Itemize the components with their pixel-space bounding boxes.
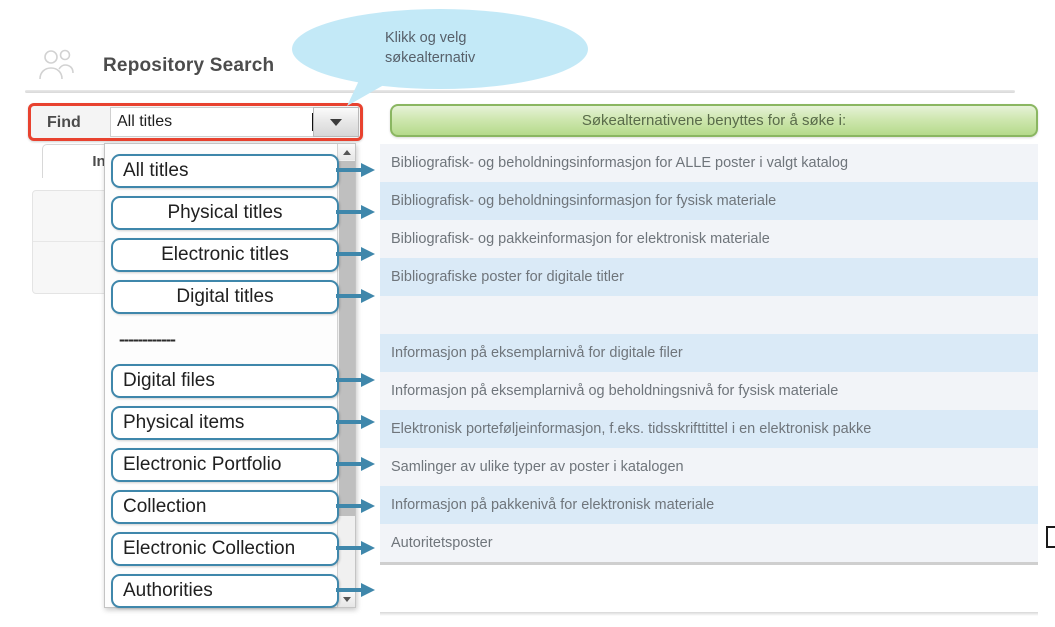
scroll-down-arrow-icon[interactable] xyxy=(338,591,355,607)
description-row: Bibliografisk- og pakkeinformasjon for e… xyxy=(380,220,1038,258)
find-bar: Find xyxy=(28,103,363,141)
dropdown-separator: ------------ xyxy=(119,330,176,349)
description-row: Bibliografisk- og beholdningsinformasjon… xyxy=(380,144,1038,182)
find-label: Find xyxy=(47,114,81,131)
page-title: Repository Search xyxy=(103,55,275,76)
description-text: Autoritetsposter xyxy=(391,535,493,551)
dropdown-option[interactable]: Physical items xyxy=(111,406,339,440)
triangle-up-icon xyxy=(342,149,351,155)
description-row: Samlinger av ulike typer av poster i kat… xyxy=(380,448,1038,486)
chevron-down-icon xyxy=(330,118,342,126)
description-row xyxy=(380,296,1038,334)
dropdown-option[interactable]: Authorities xyxy=(111,574,339,608)
dropdown-option[interactable]: Electronic Collection xyxy=(111,532,339,566)
description-row: Bibliografisk- og beholdningsinformasjon… xyxy=(380,182,1038,220)
callout-line-2: søkealternativ xyxy=(385,50,476,66)
dropdown-option[interactable]: All titles xyxy=(111,154,339,188)
description-row: Autoritetsposter xyxy=(380,524,1038,562)
dropdown-option-label: Digital titles xyxy=(176,286,274,307)
description-text: Bibliografisk- og beholdningsinformasjon… xyxy=(391,155,849,171)
dropdown-option-label: Electronic titles xyxy=(161,244,289,265)
description-text: Bibliografisk- og pakkeinformasjon for e… xyxy=(391,231,770,247)
description-row: Informasjon på eksemplarnivå og beholdni… xyxy=(380,372,1038,410)
search-scope-input[interactable] xyxy=(111,112,314,132)
dropdown-option[interactable]: Physical titles xyxy=(111,196,339,230)
dropdown-option[interactable]: Digital titles xyxy=(111,280,339,314)
callout-line-1: Klikk og velg xyxy=(385,30,467,46)
dropdown-option-label: Digital files xyxy=(123,370,215,391)
table-bottom-shadow xyxy=(380,612,1038,616)
dropdown-option-label: Physical items xyxy=(123,412,245,433)
dropdown-option-label: Electronic Portfolio xyxy=(123,454,282,475)
dropdown-option-label: Collection xyxy=(123,496,207,517)
dropdown-option-label: All titles xyxy=(123,160,189,181)
dropdown-option[interactable]: Collection xyxy=(111,490,339,524)
dropdown-option-label: Authorities xyxy=(123,580,213,601)
edge-marker xyxy=(1046,526,1055,548)
banner-search-options: Søkealternativene benyttes for å søke i: xyxy=(390,104,1038,137)
description-text: Samlinger av ulike typer av poster i kat… xyxy=(391,459,684,475)
description-text: Bibliografisk- og beholdningsinformasjon… xyxy=(391,193,777,209)
triangle-down-icon xyxy=(342,596,351,602)
dropdown-scrollbar[interactable] xyxy=(337,144,355,607)
description-row: Bibliografiske poster for digitale title… xyxy=(380,258,1038,296)
users-icon xyxy=(34,48,80,82)
dropdown-option-label: Physical titles xyxy=(167,202,283,223)
description-text: Informasjon på pakkenivå for elektronisk… xyxy=(391,497,715,513)
dropdown-option[interactable]: Electronic Portfolio xyxy=(111,448,339,482)
description-text: Elektronisk porteføljeinformasjon, f.eks… xyxy=(391,421,872,437)
description-text: Bibliografiske poster for digitale title… xyxy=(391,269,624,285)
description-row: Informasjon på eksemplarnivå for digital… xyxy=(380,334,1038,372)
scrollbar-thumb[interactable] xyxy=(339,161,355,516)
dropdown-option[interactable]: Digital files xyxy=(111,364,339,398)
search-scope-dropdown[interactable]: All titles Physical titles Electronic titl… xyxy=(104,143,356,608)
callout-bubble: Klikk og velg søkealternativ xyxy=(285,6,590,108)
find-dropdown-button[interactable] xyxy=(313,107,359,137)
description-table: Bibliografisk- og beholdningsinformasjon… xyxy=(380,144,1038,565)
description-row: Informasjon på pakkenivå for elektronisk… xyxy=(380,486,1038,524)
description-text: Informasjon på eksemplarnivå for digital… xyxy=(391,345,683,361)
callout-text: Klikk og velg søkealternativ xyxy=(385,28,575,68)
description-row: Elektronisk porteføljeinformasjon, f.eks… xyxy=(380,410,1038,448)
scroll-up-arrow-icon[interactable] xyxy=(338,144,355,160)
description-text: Informasjon på eksemplarnivå og beholdni… xyxy=(391,383,839,399)
dropdown-option-label: Electronic Collection xyxy=(123,538,296,559)
dropdown-option[interactable]: Electronic titles xyxy=(111,238,339,272)
